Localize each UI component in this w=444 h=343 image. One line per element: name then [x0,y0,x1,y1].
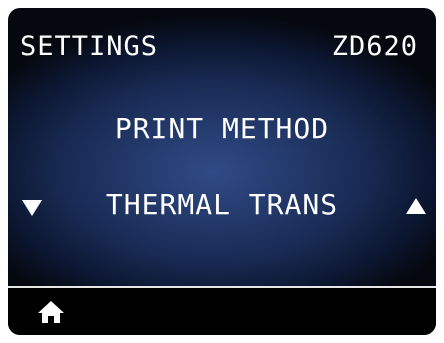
home-button[interactable] [36,296,66,326]
setting-name: PRINT METHOD [114,112,330,145]
setting-value: THERMAL TRANS [105,188,339,221]
menu-title: SETTINGS [20,31,159,62]
triangle-up-icon [406,198,426,214]
lcd-screen: SETTINGS ZD620 PRINT METHOD THERMAL TRAN… [8,8,436,335]
header-bar: SETTINGS ZD620 [8,8,436,84]
printer-display: SETTINGS ZD620 PRINT METHOD THERMAL TRAN… [0,0,444,343]
printer-model: ZD620 [331,31,418,62]
bottom-bar [8,288,436,335]
setting-value-row: THERMAL TRANS [8,186,436,226]
home-icon [38,301,64,323]
menu-content: SETTINGS ZD620 PRINT METHOD THERMAL TRAN… [8,8,436,286]
next-value-button[interactable] [404,192,428,220]
